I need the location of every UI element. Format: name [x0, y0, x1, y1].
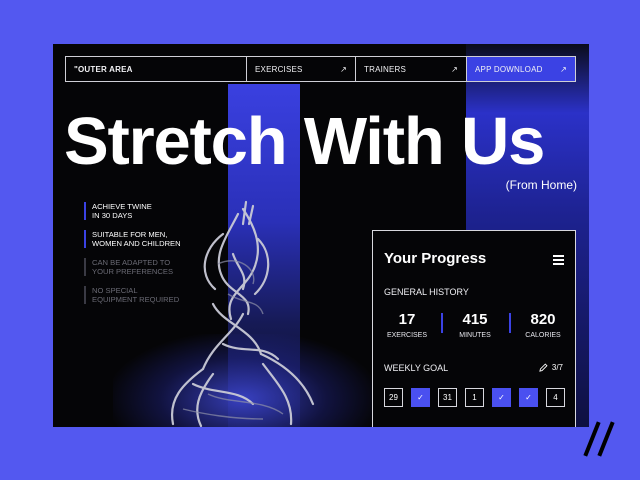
nav-item-app-download[interactable]: APP DOWNLOAD ↗ — [466, 57, 575, 81]
pencil-icon — [539, 363, 548, 372]
menu-icon[interactable] — [553, 255, 564, 265]
feature-line: SUITABLE FOR MEN, — [92, 230, 168, 239]
progress-card: Your Progress GENERAL HISTORY 17 EXERCIS… — [372, 230, 576, 427]
day-cell-done[interactable]: ✓ — [411, 388, 430, 407]
feature-line: CAN BE ADAPTED TO — [92, 258, 171, 267]
feature-line: IN 30 DAYS — [92, 211, 133, 220]
feature-line: NO SPECIAL — [92, 286, 138, 295]
week-days: 29 ✓ 31 1 ✓ ✓ 4 — [384, 388, 565, 407]
stat-value: 17 — [398, 311, 416, 328]
day-cell[interactable]: 29 — [384, 388, 403, 407]
hero-frame: "OUTER AREA EXERCISES ↗ TRAINERS ↗ APP D… — [53, 44, 589, 427]
day-cell-done[interactable]: ✓ — [492, 388, 511, 407]
feature-item: ACHIEVE TWINE IN 30 DAYS — [84, 202, 204, 220]
stat-label: EXERCISES — [386, 332, 428, 339]
feature-list: ACHIEVE TWINE IN 30 DAYS SUITABLE FOR ME… — [84, 202, 204, 314]
hero-subtitle: (From Home) — [505, 178, 577, 192]
day-cell[interactable]: 4 — [546, 388, 565, 407]
weekly-goal-count: 3/7 — [551, 363, 563, 372]
day-cell-done[interactable]: ✓ — [519, 388, 538, 407]
top-navigation: "OUTER AREA EXERCISES ↗ TRAINERS ↗ APP D… — [65, 56, 576, 82]
feature-line: WOMEN AND CHILDREN — [92, 239, 181, 248]
hero-title: Stretch With Us — [64, 104, 545, 179]
stat-label: MINUTES — [459, 332, 491, 339]
weekly-goal-label: WEEKLY GOAL — [384, 363, 449, 373]
day-cell[interactable]: 1 — [465, 388, 484, 407]
feature-item: NO SPECIAL EQUIPMENT REQUIRED — [84, 286, 204, 304]
nav-item-exercises[interactable]: EXERCISES ↗ — [246, 57, 355, 81]
stat-value: 820 — [530, 311, 556, 328]
arrow-up-right-icon: ↗ — [560, 64, 567, 74]
arrow-up-right-icon: ↗ — [340, 64, 347, 74]
feature-line: YOUR PREFERENCES — [92, 267, 174, 276]
stat-minutes: 415 MINUTES — [441, 311, 509, 339]
progress-title: Your Progress — [384, 250, 487, 267]
stat-calories: 820 CALORIES — [509, 311, 577, 339]
nav-item-label: TRAINERS — [364, 64, 407, 74]
stats-row: 17 EXERCISES 415 MINUTES 820 CALORIES — [373, 311, 577, 339]
nav-item-label: APP DOWNLOAD — [475, 64, 543, 74]
nav-item-label: EXERCISES — [255, 64, 303, 74]
brand-name: "OUTER AREA — [74, 64, 133, 74]
stat-value: 415 — [462, 311, 488, 328]
day-cell[interactable]: 31 — [438, 388, 457, 407]
arrow-up-right-icon: ↗ — [451, 64, 458, 74]
feature-line: ACHIEVE TWINE — [92, 202, 152, 211]
stat-exercises: 17 EXERCISES — [373, 311, 441, 339]
weekly-goal-edit[interactable]: 3/7 — [539, 363, 563, 372]
feature-line: EQUIPMENT REQUIRED — [92, 295, 180, 304]
feature-item: CAN BE ADAPTED TO YOUR PREFERENCES — [84, 258, 204, 276]
stat-label: CALORIES — [525, 332, 561, 339]
feature-item: SUITABLE FOR MEN, WOMEN AND CHILDREN — [84, 230, 204, 248]
general-history-label: GENERAL HISTORY — [384, 287, 469, 297]
double-slash-logo-icon — [583, 421, 615, 457]
nav-item-trainers[interactable]: TRAINERS ↗ — [355, 57, 466, 81]
brand-logo[interactable]: "OUTER AREA — [66, 57, 246, 81]
